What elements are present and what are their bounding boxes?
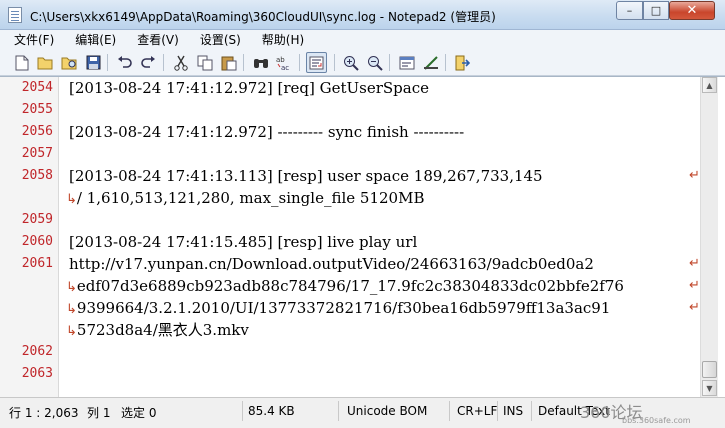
svg-text:ac: ac (281, 64, 289, 71)
watermark-url: bbs.360safe.com (622, 416, 691, 425)
svg-text:ab: ab (276, 56, 285, 64)
text-line: [2013-08-24 17:41:12.972] [req] GetUserS… (69, 79, 429, 97)
line-number: 2054 (21, 80, 53, 95)
line-number: 2056 (21, 124, 53, 139)
status-divider (338, 401, 339, 421)
wrap-marker-end: ↵ (689, 300, 700, 315)
browse-icon[interactable] (61, 54, 78, 71)
menu-help[interactable]: 帮助(H) (248, 31, 311, 48)
menu-bar: 文件(F) 编辑(E) 查看(V) 设置(S) 帮助(H) (0, 30, 725, 49)
wrap-marker-start: ↳ (66, 192, 77, 207)
menu-edit[interactable]: 编辑(E) (61, 31, 123, 48)
text-line: [2013-08-24 17:41:13.113] [resp] user sp… (69, 167, 543, 185)
status-divider (497, 401, 498, 421)
status-divider (449, 401, 450, 421)
line-number: 2061 (21, 256, 53, 271)
vertical-scrollbar[interactable]: ▲ ▼ (700, 77, 718, 397)
new-file-icon[interactable] (13, 54, 30, 71)
line-number: 2055 (21, 102, 53, 117)
line-number: 2057 (21, 146, 53, 161)
toolbar-separator (163, 54, 164, 71)
paste-icon[interactable] (220, 54, 237, 71)
toolbar-separator (243, 54, 244, 71)
toolbar-separator (299, 54, 300, 71)
line-number: 2058 (21, 168, 53, 183)
text-line-content: 5723d8a4/黑衣人3.mkv (76, 321, 249, 339)
status-divider (242, 401, 243, 421)
redo-icon[interactable] (140, 54, 157, 71)
status-position: 行 1 : 2,063 (9, 406, 79, 420)
status-column: 列 1 (87, 406, 111, 420)
scrollbar-thumb[interactable] (702, 361, 717, 378)
status-selection: 选定 0 (121, 406, 157, 420)
cut-icon[interactable] (172, 54, 189, 71)
wrap-marker-start: ↳ (66, 280, 77, 295)
window-title: C:\Users\xkx6149\AppData\Roaming\360Clou… (30, 10, 496, 24)
wrap-marker-end: ↵ (689, 168, 700, 183)
text-line-wrapped: ↳9399664/3.2.1.2010/UI/13773372821716/f3… (66, 297, 610, 319)
text-line-wrapped: ↳/ 1,610,513,121,280, max_single_file 51… (66, 187, 424, 209)
text-line-content: edf07d3e6889cb923adb88c784796/17_17.9fc2… (76, 277, 624, 295)
status-line-ending[interactable]: CR+LF (457, 404, 497, 418)
close-button[interactable]: ✕ (669, 1, 715, 20)
wrap-marker-start: ↳ (66, 302, 77, 317)
title-bar: C:\Users\xkx6149\AppData\Roaming\360Clou… (0, 0, 725, 30)
text-line-wrapped: ↳edf07d3e6889cb923adb88c784796/17_17.9fc… (66, 275, 624, 297)
editor-area[interactable]: 2054 2055 2056 2057 2058 2059 2060 2061 … (0, 76, 725, 397)
text-line-content: / 1,610,513,121,280, max_single_file 512… (76, 189, 425, 207)
status-divider (531, 401, 532, 421)
toolbar-separator (334, 54, 335, 71)
toolbar: ab ac (0, 49, 725, 76)
status-encoding[interactable]: Unicode BOM (347, 404, 427, 418)
open-folder-icon[interactable] (37, 54, 54, 71)
menu-file[interactable]: 文件(F) (0, 31, 61, 48)
menu-settings[interactable]: 设置(S) (186, 31, 248, 48)
copy-icon[interactable] (196, 54, 213, 71)
status-file-size: 85.4 KB (248, 404, 295, 418)
replace-icon[interactable]: ab ac (276, 54, 293, 71)
wrap-marker-end: ↵ (689, 278, 700, 293)
notepad-app-icon[interactable] (8, 7, 22, 23)
text-line: http://v17.yunpan.cn/Download.outputVide… (69, 255, 594, 273)
line-number: 2063 (21, 366, 53, 381)
line-number: 2060 (21, 234, 53, 249)
scroll-up-arrow-icon[interactable]: ▲ (702, 77, 717, 93)
save-icon[interactable] (85, 54, 102, 71)
toolbar-separator (389, 54, 390, 71)
scroll-down-arrow-icon[interactable]: ▼ (702, 380, 717, 396)
text-line-content: 9399664/3.2.1.2010/UI/13773372821716/f30… (76, 299, 611, 317)
menu-view[interactable]: 查看(V) (123, 31, 186, 48)
status-bar: 行 1 : 2,063 列 1 选定 0 85.4 KB Unicode BOM… (0, 397, 725, 428)
zoom-in-icon[interactable] (342, 54, 359, 71)
scheme-icon[interactable] (398, 54, 415, 71)
minimize-button[interactable]: – (616, 1, 643, 20)
toolbar-separator (107, 54, 108, 71)
line-number: 2062 (21, 344, 53, 359)
line-number-gutter: 2054 2055 2056 2057 2058 2059 2060 2061 … (0, 77, 59, 397)
customize-scheme-icon[interactable] (422, 54, 439, 71)
undo-icon[interactable] (116, 54, 133, 71)
maximize-button[interactable]: □ (643, 1, 669, 20)
text-line-wrapped: ↳5723d8a4/黑衣人3.mkv (66, 319, 249, 341)
find-icon[interactable] (252, 54, 269, 71)
status-insert-mode[interactable]: INS (503, 404, 523, 418)
wrap-marker-end: ↵ (689, 256, 700, 271)
text-line: [2013-08-24 17:41:12.972] --------- sync… (69, 123, 465, 141)
line-number: 2059 (21, 212, 53, 227)
wrap-marker-start: ↳ (66, 324, 77, 339)
zoom-out-icon[interactable] (366, 54, 383, 71)
word-wrap-icon[interactable] (306, 52, 327, 73)
text-line: [2013-08-24 17:41:15.485] [resp] live pl… (69, 233, 418, 251)
exit-icon[interactable] (453, 54, 470, 71)
toolbar-separator (445, 54, 446, 71)
